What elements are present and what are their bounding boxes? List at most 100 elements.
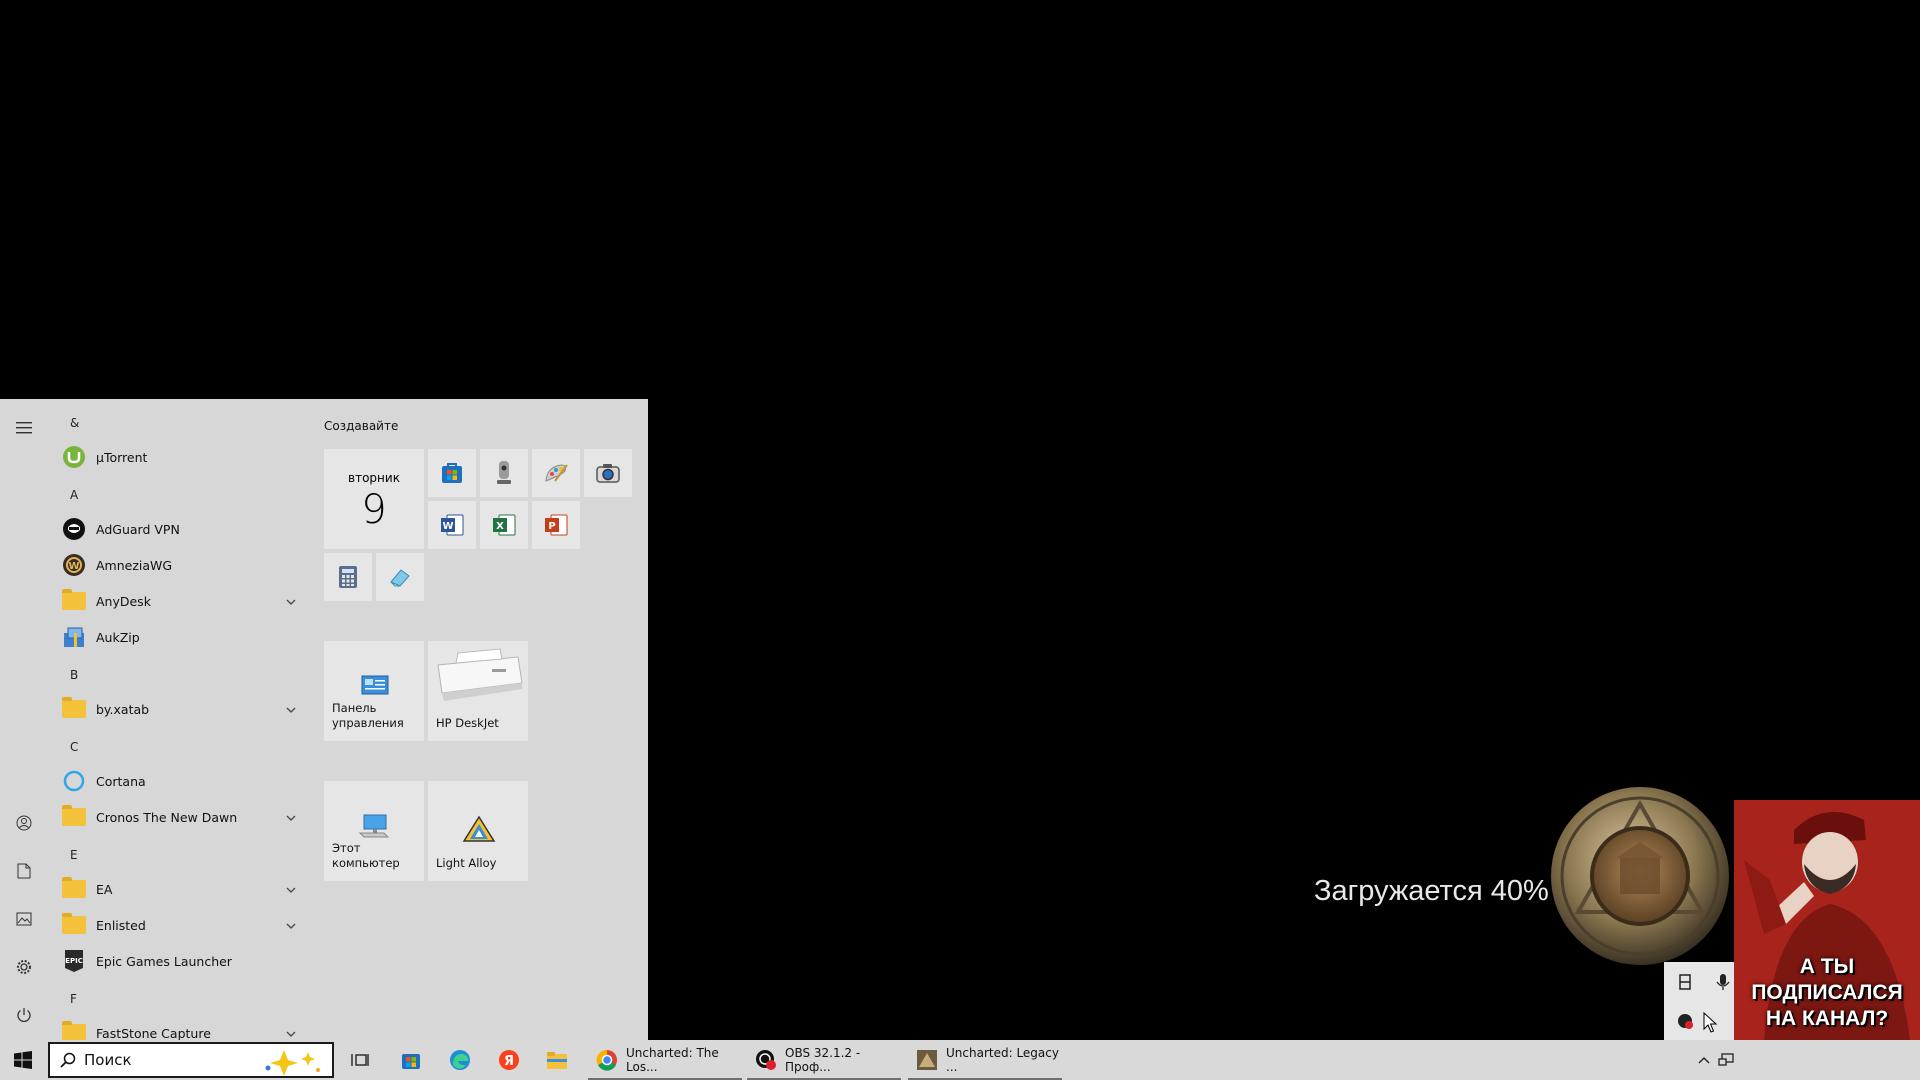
svg-text:W: W (442, 521, 453, 532)
app-list-item[interactable]: µTorrent (62, 439, 302, 475)
section-letter-header[interactable]: A (70, 477, 110, 513)
powerpoint-tile[interactable]: P (532, 501, 580, 549)
hp-deskjet-label: HP DeskJet (436, 716, 499, 730)
excel-icon: X (493, 514, 516, 536)
chevron-down-icon (286, 1026, 296, 1040)
app-folder-item[interactable]: AnyDesk (62, 583, 302, 619)
word-tile[interactable]: W (428, 501, 476, 549)
hp-deskjet-tile[interactable]: HP DeskJet (428, 641, 528, 741)
ms-store-tile[interactable] (428, 449, 476, 497)
taskbar-window-button[interactable]: OBS 32.1.2 - Проф... (747, 1040, 901, 1080)
taskbar-window-title: Uncharted: The Los... (626, 1046, 719, 1074)
taskbar-window-button[interactable]: Uncharted: Legacy ... (908, 1040, 1062, 1080)
start-rail (0, 399, 48, 1040)
app-list-item[interactable]: EPIC Epic Games Launcher (62, 943, 302, 979)
edge-icon (450, 1050, 470, 1070)
app-list-item[interactable]: Cortana (62, 763, 302, 799)
medallion-icon (1551, 787, 1729, 965)
taskbar-window-title: Uncharted: Legacy ... (946, 1046, 1059, 1074)
light-alloy-tile[interactable]: Light Alloy (428, 781, 528, 881)
network-tray-button[interactable] (1716, 1040, 1736, 1080)
windows-logo-icon (14, 1051, 32, 1069)
calendar-day: 9 (361, 487, 387, 533)
pictures-icon (16, 912, 32, 926)
tray-item-3[interactable] (1674, 1010, 1696, 1032)
taskbar-store-button[interactable] (391, 1040, 431, 1080)
obs-tray-icon (1678, 1014, 1693, 1029)
computer-icon (358, 814, 390, 838)
eraser-icon (390, 569, 410, 587)
film-icon (1679, 974, 1691, 990)
section-letter-header[interactable]: E (70, 837, 110, 873)
light-alloy-icon (462, 815, 496, 842)
app-folder-item[interactable]: Cronos The New Dawn (62, 799, 302, 835)
calculator-tile[interactable] (324, 553, 372, 601)
app-label: Cronos The New Dawn (96, 809, 238, 825)
app-list-item[interactable]: AdGuard VPN (62, 511, 302, 547)
app-list-item[interactable]: W AmneziaWG (62, 547, 302, 583)
chevron-down-icon (286, 810, 296, 825)
user-account-button[interactable] (0, 801, 48, 845)
uncharted-game-icon (916, 1049, 938, 1071)
taskbar-yandex-button[interactable]: Я (489, 1040, 529, 1080)
taskbar-window-button[interactable]: Uncharted: The Los... (588, 1040, 742, 1080)
app-label: by.xatab (96, 701, 150, 717)
chevron-up-icon (1698, 1057, 1710, 1064)
paint-tile[interactable] (532, 449, 580, 497)
power-button[interactable] (0, 993, 48, 1037)
svg-text:Я: Я (504, 1054, 514, 1069)
file-explorer-icon (547, 1052, 567, 1069)
calendar-tile[interactable]: вторник 9 (324, 449, 424, 549)
paint-icon (545, 464, 568, 482)
pictures-button[interactable] (0, 897, 48, 941)
chevron-down-icon (286, 702, 296, 717)
tray-item-2[interactable] (1712, 971, 1734, 993)
this-pc-label: Этот компьютер (332, 841, 400, 870)
svg-text:P: P (548, 521, 555, 532)
start-button[interactable] (0, 1040, 46, 1080)
start-menu: & µTorrent A AdGuard VPN W AmneziaWG AnyDesk Au… (0, 399, 648, 1040)
app-label: AnyDesk (96, 593, 151, 609)
utorrent-icon (62, 445, 86, 469)
app-folder-item[interactable]: EA (62, 871, 302, 907)
poster-caption-line-2: НА КАНАЛ? (1765, 1007, 1889, 1030)
cortana-icon (62, 769, 86, 793)
settings-button[interactable] (0, 945, 48, 989)
app-label: AmneziaWG (96, 557, 173, 573)
app-folder-item[interactable]: FastStone Capture (62, 1015, 302, 1040)
tray-item-1[interactable] (1674, 971, 1696, 993)
show-hidden-icons-button[interactable] (1692, 1040, 1716, 1080)
tray-overflow-popup (1664, 962, 1744, 1040)
chrome-icon (596, 1049, 618, 1071)
camera-app-tile[interactable] (480, 449, 528, 497)
section-letter-header[interactable]: & (70, 405, 110, 441)
epic-games-icon: EPIC (62, 949, 86, 973)
section-letter-header[interactable]: B (70, 657, 110, 693)
section-letter-header[interactable]: C (70, 729, 110, 765)
excel-tile[interactable]: X (480, 501, 528, 549)
search-box[interactable]: Поиск (48, 1042, 334, 1078)
snip-tool-tile[interactable] (376, 553, 424, 601)
taskbar-explorer-button[interactable] (537, 1040, 577, 1080)
folder-icon (62, 697, 86, 721)
task-view-icon (351, 1054, 369, 1066)
app-label: Epic Games Launcher (96, 953, 232, 969)
camera-tile[interactable] (584, 449, 632, 497)
documents-button[interactable] (0, 849, 48, 893)
taskbar-edge-button[interactable] (440, 1040, 480, 1080)
amneziawg-icon: W (62, 553, 86, 577)
app-list-item[interactable]: AukZip (62, 619, 302, 655)
calculator-icon (339, 566, 357, 588)
uncharted-medallion-image (1550, 786, 1730, 966)
hamburger-menu-button[interactable] (0, 406, 48, 450)
task-view-button[interactable] (340, 1040, 380, 1080)
app-label: AdGuard VPN (96, 521, 180, 537)
chevron-down-icon (286, 918, 296, 933)
this-pc-tile[interactable]: Этот компьютер (324, 781, 424, 881)
control-panel-tile[interactable]: Панель управления (324, 641, 424, 741)
app-folder-item[interactable]: by.xatab (62, 691, 302, 727)
section-letter-header[interactable]: F (70, 981, 110, 1017)
app-folder-item[interactable]: Enlisted (62, 907, 302, 943)
search-icon (60, 1052, 76, 1068)
poster-caption: А ТЫ ПОДПИСАЛСЯ НА КАНАЛ? (1734, 954, 1920, 1032)
